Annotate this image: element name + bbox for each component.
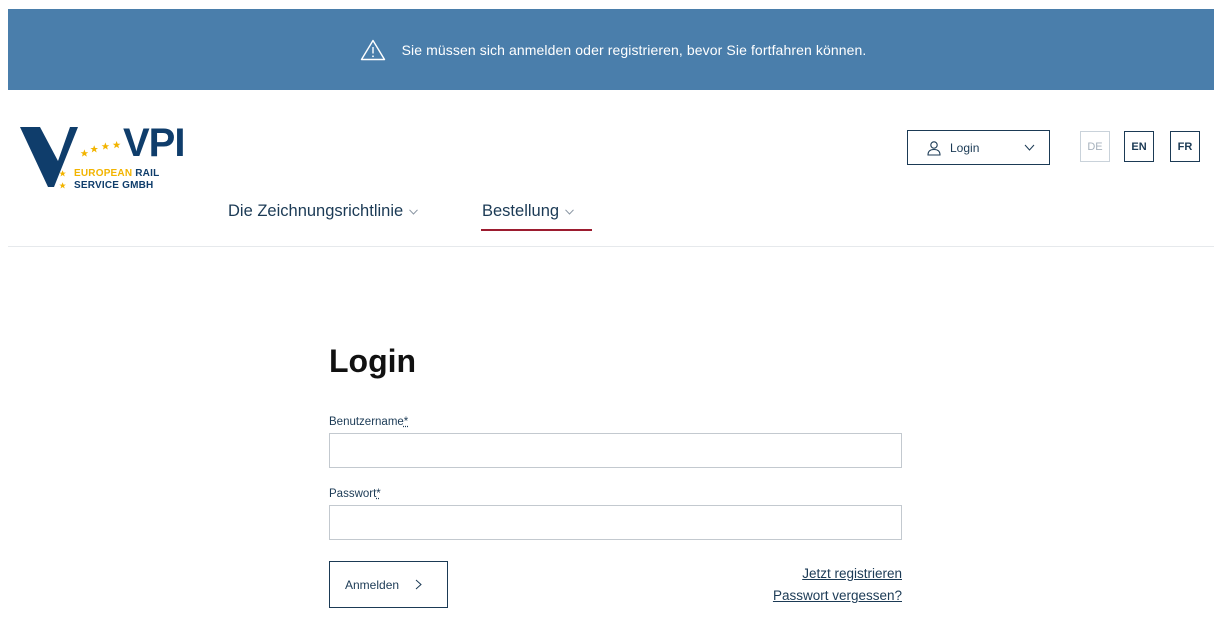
logo-brand: VPI: [123, 121, 185, 165]
chevron-down-icon: [409, 208, 419, 215]
nav-item-label: Die Zeichnungsrichtlinie: [228, 202, 404, 220]
header-login-dropdown[interactable]: Login: [907, 130, 1050, 165]
header-login-label: Login: [950, 140, 980, 155]
username-label-text: Benutzername: [329, 416, 404, 428]
password-input[interactable]: [329, 505, 902, 540]
nav-item-bestellung[interactable]: Bestellung: [482, 202, 574, 221]
warning-triangle-icon: [360, 39, 385, 60]
login-submit-button[interactable]: Anmelden: [329, 561, 448, 608]
logo-line1-european: EUROPEAN: [74, 168, 133, 179]
register-link[interactable]: Jetzt registrieren: [802, 566, 902, 581]
chevron-down-icon: [565, 208, 574, 215]
username-input[interactable]: [329, 433, 902, 468]
top-strip: [0, 0, 1214, 9]
nav-item-label: Bestellung: [482, 202, 560, 220]
active-nav-underline: [481, 229, 592, 231]
nav-item-zeichnungsrichtlinie[interactable]: Die Zeichnungsrichtlinie: [228, 202, 419, 221]
alert-banner: Sie müssen sich anmelden oder registrier…: [8, 9, 1214, 90]
user-icon: [927, 140, 941, 156]
required-marker: *: [376, 488, 381, 500]
alert-message: Sie müssen sich anmelden oder registrier…: [401, 41, 867, 58]
lang-de-button[interactable]: DE: [1080, 131, 1110, 162]
password-label: Passwort*: [329, 488, 381, 500]
forgot-password-link[interactable]: Passwort vergessen?: [773, 588, 902, 603]
chevron-down-icon: [1024, 144, 1035, 151]
page-title: Login: [329, 343, 417, 379]
vpi-logo[interactable]: VPI EUROPEAN RAIL SERVICE GMBH: [20, 121, 185, 193]
required-marker: *: [403, 416, 409, 428]
logo-line2: SERVICE GMBH: [74, 180, 154, 191]
logo-line1: EUROPEAN RAIL: [74, 168, 159, 179]
lang-en-button[interactable]: EN: [1124, 131, 1154, 162]
lang-fr-button[interactable]: FR: [1170, 131, 1200, 162]
chevron-right-icon: [415, 579, 422, 590]
username-label: Benutzername*: [329, 416, 408, 428]
submit-label: Anmelden: [345, 577, 400, 592]
password-label-text: Passwort: [329, 488, 377, 500]
site-header: VPI EUROPEAN RAIL SERVICE GMBH Login DE …: [8, 90, 1214, 247]
logo-line1-rail: RAIL: [135, 168, 160, 179]
